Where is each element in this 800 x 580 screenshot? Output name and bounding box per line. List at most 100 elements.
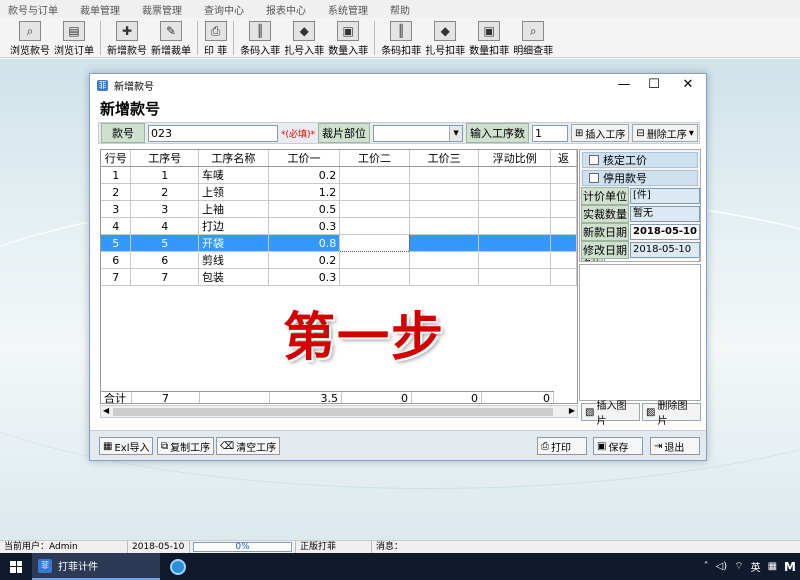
col-header[interactable]: 工价一 xyxy=(268,150,341,167)
cell-float[interactable] xyxy=(478,217,552,235)
save-button[interactable]: ▣ 保存 xyxy=(593,437,643,455)
menu-item-cut-order[interactable]: 裁单管理 xyxy=(80,2,120,17)
table-row[interactable]: 5 5 开袋 0.8 xyxy=(101,234,577,252)
col-header[interactable]: 工序号 xyxy=(130,150,200,167)
cell-name[interactable]: 包装 xyxy=(198,268,269,286)
process-count-input[interactable]: 1 xyxy=(532,124,569,142)
menu-item-help[interactable]: 帮助 xyxy=(390,2,410,17)
add-style-button[interactable]: ✚ 新增款号 xyxy=(105,19,149,57)
style-input[interactable]: 023 xyxy=(148,124,278,142)
cell-proc[interactable]: 3 xyxy=(130,200,200,218)
cell-p2[interactable] xyxy=(339,217,410,235)
menu-item-report[interactable]: 报表中心 xyxy=(266,2,306,17)
style-image-box[interactable] xyxy=(579,264,701,401)
cell-extra[interactable] xyxy=(550,234,577,252)
excel-import-button[interactable]: ▦ Exl导入 xyxy=(99,437,154,455)
cell-row[interactable]: 7 xyxy=(101,268,132,286)
bundle-in-button[interactable]: ◆ 扎号入菲 xyxy=(282,19,326,57)
ime-lang[interactable]: 英 xyxy=(751,559,761,574)
note-field[interactable] xyxy=(604,259,700,261)
cell-p1[interactable]: 1.2 xyxy=(268,183,341,201)
cell-proc[interactable]: 7 xyxy=(130,268,200,286)
cell-p2[interactable] xyxy=(339,200,410,218)
cell-extra[interactable] xyxy=(550,268,577,286)
cell-p2[interactable] xyxy=(339,268,410,286)
unit-field[interactable]: [件] xyxy=(630,187,700,204)
cell-row[interactable]: 2 xyxy=(101,183,132,201)
table-row[interactable]: 7 7 包装 0.3 xyxy=(101,268,577,286)
cell-p2[interactable] xyxy=(339,251,410,269)
disable-style-checkbox[interactable]: 停用款号 xyxy=(582,170,698,186)
maximize-button[interactable]: ☐ xyxy=(640,76,668,94)
cut-part-select[interactable]: ▼ xyxy=(373,124,464,142)
cell-p3[interactable] xyxy=(409,234,480,252)
start-button[interactable] xyxy=(0,553,32,580)
col-header[interactable]: 工序名称 xyxy=(198,150,269,167)
cell-extra[interactable] xyxy=(550,217,577,235)
cell-proc[interactable]: 1 xyxy=(130,166,200,184)
cell-p1[interactable]: 0.2 xyxy=(268,166,341,184)
ime-indicator[interactable]: M xyxy=(784,560,796,574)
table-row[interactable]: 2 2 上领 1.2 xyxy=(101,183,577,201)
barcode-out-button[interactable]: ║ 条码扣菲 xyxy=(379,19,423,57)
browse-style-button[interactable]: ⌕ 浏览款号 xyxy=(8,19,52,57)
cell-p2[interactable] xyxy=(339,234,410,252)
table-row[interactable]: 4 4 打边 0.3 xyxy=(101,217,577,235)
menu-item-style-order[interactable]: 款号与订单 xyxy=(8,2,58,17)
cell-row[interactable]: 4 xyxy=(101,217,132,235)
scroll-right-icon[interactable]: ▶ xyxy=(569,406,575,415)
col-header[interactable]: 返 xyxy=(550,150,577,167)
cell-float[interactable] xyxy=(478,183,552,201)
taskbar-app-button[interactable]: 菲打菲计件 xyxy=(32,553,160,580)
cell-row[interactable]: 1 xyxy=(101,166,132,184)
cell-proc[interactable]: 5 xyxy=(130,234,200,252)
grid-icon[interactable]: ▦ xyxy=(768,561,777,572)
cell-extra[interactable] xyxy=(550,251,577,269)
cell-float[interactable] xyxy=(478,200,552,218)
quantity-out-button[interactable]: ▣ 数量扣菲 xyxy=(467,19,511,57)
cell-row[interactable]: 3 xyxy=(101,200,132,218)
col-header[interactable]: 浮动比例 xyxy=(478,150,552,167)
cell-p1[interactable]: 0.3 xyxy=(268,268,341,286)
delete-process-button[interactable]: ⊟ 删除工序 ▾ xyxy=(632,124,698,142)
cell-p2[interactable] xyxy=(339,183,410,201)
cell-p1[interactable]: 0.5 xyxy=(268,200,341,218)
menu-item-ticket[interactable]: 裁票管理 xyxy=(142,2,182,17)
detail-search-button[interactable]: ⌕ 明细查菲 xyxy=(511,19,555,57)
cell-extra[interactable] xyxy=(550,166,577,184)
cell-extra[interactable] xyxy=(550,183,577,201)
cell-p1[interactable]: 0.2 xyxy=(268,251,341,269)
cell-p3[interactable] xyxy=(409,200,480,218)
volume-icon[interactable]: ◁) xyxy=(716,561,728,572)
table-row[interactable]: 6 6 剪线 0.2 xyxy=(101,251,577,269)
insert-image-button[interactable]: ▧ 插入图片 xyxy=(581,401,640,427)
quantity-in-button[interactable]: ▣ 数量入菲 xyxy=(326,19,370,57)
close-button[interactable]: ✕ xyxy=(674,76,702,94)
cell-extra[interactable] xyxy=(550,200,577,218)
delete-image-button[interactable]: ▨ 删除图片 xyxy=(642,401,701,427)
cell-float[interactable] xyxy=(478,251,552,269)
scroll-left-icon[interactable]: ◀ xyxy=(103,406,109,415)
browse-order-button[interactable]: ▤ 浏览订单 xyxy=(52,19,96,57)
barcode-in-button[interactable]: ║ 条码入菲 xyxy=(238,19,282,57)
cell-p3[interactable] xyxy=(409,251,480,269)
cell-name[interactable]: 上袖 xyxy=(198,200,269,218)
clear-process-button[interactable]: ⌫ 清空工序 xyxy=(216,437,281,455)
cell-name[interactable]: 开袋 xyxy=(198,234,269,252)
table-row[interactable]: 1 1 车唛 0.2 xyxy=(101,166,577,184)
insert-process-button[interactable]: ⊞ 插入工序 xyxy=(571,124,630,142)
check-price-checkbox[interactable]: 核定工价 xyxy=(582,152,698,168)
cell-proc[interactable]: 4 xyxy=(130,217,200,235)
cell-float[interactable] xyxy=(478,234,552,252)
cell-name[interactable]: 剪线 xyxy=(198,251,269,269)
cell-proc[interactable]: 6 xyxy=(130,251,200,269)
cell-p1[interactable]: 0.8 xyxy=(268,234,341,252)
cell-p3[interactable] xyxy=(409,217,480,235)
menu-item-query[interactable]: 查询中心 xyxy=(204,2,244,17)
cell-p3[interactable] xyxy=(409,183,480,201)
cell-name[interactable]: 打边 xyxy=(198,217,269,235)
cell-name[interactable]: 上领 xyxy=(198,183,269,201)
add-cut-order-button[interactable]: ✎ 新增裁单 xyxy=(149,19,193,57)
cell-proc[interactable]: 2 xyxy=(130,183,200,201)
col-header[interactable]: 行号 xyxy=(101,150,132,167)
